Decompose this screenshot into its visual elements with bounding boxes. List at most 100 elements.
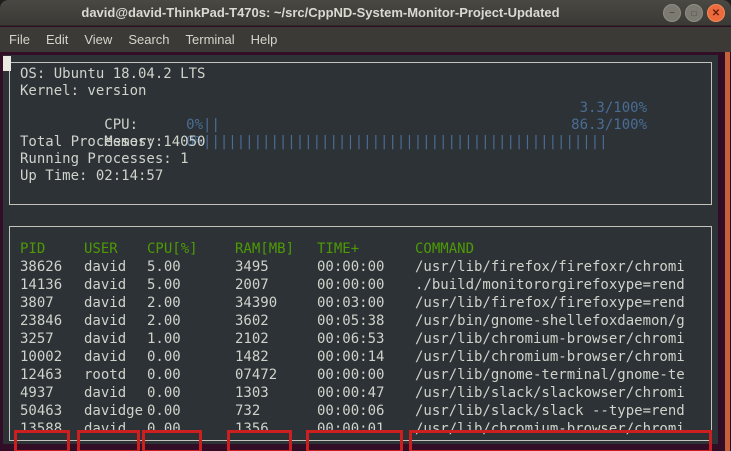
process-pid: 3807: [20, 294, 54, 312]
highlight-box-cpu: [142, 430, 202, 451]
process-pid: 10002: [20, 348, 62, 366]
highlight-box-command: [409, 430, 712, 451]
total-processes-line: Total Processes: 14050: [10, 134, 711, 151]
process-time: 00:00:14: [317, 348, 384, 366]
title-bar[interactable]: david@david-ThinkPad-T470s: ~/src/CppND-…: [0, 0, 731, 26]
process-time: 00:00:47: [317, 384, 384, 402]
process-time: 00:00:00: [317, 366, 384, 384]
process-pid: 12463: [20, 366, 62, 384]
process-pid: 3257: [20, 330, 54, 348]
process-table-box: PID USER CPU[%] RAM[MB] TIME+ COMMAND 38…: [9, 226, 712, 441]
process-time: 00:00:00: [317, 276, 384, 294]
process-cpu: 1.00: [147, 330, 181, 348]
process-row: 12463 rootd 0.00 07472 00:00:00/usr/lib/gnom…: [10, 366, 711, 384]
terminal-cursor: [3, 56, 11, 71]
process-command: /usr/lib/slack/slack --type=rend: [415, 402, 685, 420]
process-user: david: [84, 276, 126, 294]
process-row: 50463davidge0.0073200:00:06/usr/lib/slac…: [10, 402, 711, 420]
close-button[interactable]: ✕: [707, 4, 725, 22]
process-cpu: 0.00: [147, 402, 181, 420]
process-command: /usr/lib/firefox/firefoxr/chromi: [415, 258, 685, 276]
menu-edit[interactable]: Edit: [38, 32, 76, 47]
process-ram: 2007: [235, 276, 269, 294]
process-cpu: 5.00: [147, 258, 181, 276]
process-command: /usr/lib/gnome-terminal/gnome-te: [415, 366, 685, 384]
uptime-line: Up Time: 02:14:57: [10, 168, 711, 185]
highlight-box-time: [306, 430, 403, 451]
process-rows: 38626 david 5.00 3495 00:00:00/usr/lib/firef…: [10, 258, 711, 438]
cpu-usage: 3.3/100%: [580, 100, 647, 117]
process-time: 00:06:53: [317, 330, 384, 348]
process-ram: 732: [235, 402, 260, 420]
highlight-box-user: [77, 430, 140, 451]
process-user: david: [84, 330, 126, 348]
process-ram: 3602: [235, 312, 269, 330]
process-user: rootd: [84, 366, 126, 384]
running-processes-line: Running Processes: 1: [10, 151, 711, 168]
process-time: 00:00:06: [317, 402, 384, 420]
menu-search[interactable]: Search: [120, 32, 177, 47]
terminal-screen: OS: Ubuntu 18.04.2 LTS Kernel: version C…: [3, 55, 718, 444]
header-pid: PID: [20, 240, 45, 258]
process-pid: 38626: [20, 258, 62, 276]
process-pid: 23846: [20, 312, 62, 330]
process-cpu: 0.00: [147, 348, 181, 366]
terminal-area: OS: Ubuntu 18.04.2 LTS Kernel: version C…: [0, 52, 731, 451]
highlight-box-pid: [14, 430, 70, 451]
process-row: 14136 david 5.00 2007 00:00:00 ./build/monito…: [10, 276, 711, 294]
scrollbar-thumb[interactable]: [725, 52, 730, 451]
process-user: david: [84, 312, 126, 330]
header-ram: RAM[MB]: [235, 240, 294, 258]
process-row: 4937 david 0.00 1303 00:00:47/usr/lib/slack/…: [10, 384, 711, 402]
process-time: 00:00:00: [317, 258, 384, 276]
process-command: ./build/monitororgirefoxype=rend: [415, 276, 685, 294]
menu-view[interactable]: View: [76, 32, 120, 47]
process-ram: 07472: [235, 366, 277, 384]
menu-bar: File Edit View Search Terminal Help: [0, 27, 731, 52]
process-ram: 1482: [235, 348, 269, 366]
process-cpu: 5.00: [147, 276, 181, 294]
kernel-line: Kernel: version: [10, 83, 711, 100]
memory-line: Memory: 0%||||||||||||||||||||||||||||||…: [10, 117, 711, 134]
process-ram: 1303: [235, 384, 269, 402]
process-time: 00:03:00: [317, 294, 384, 312]
process-user: david: [84, 294, 126, 312]
process-ram: 2102: [235, 330, 269, 348]
process-command: /usr/lib/slack/slackowser/chromi: [415, 384, 685, 402]
process-row: 10002 david 0.00 1482 00:00:14/usr/lib/chrom…: [10, 348, 711, 366]
header-command: COMMAND: [415, 240, 474, 258]
process-ram: 3495: [235, 258, 269, 276]
maximize-button[interactable]: □: [685, 4, 703, 22]
cpu-line: CPU: 0%|| 3.3/100%: [10, 100, 711, 117]
process-cpu: 2.00: [147, 294, 181, 312]
window-title: david@david-ThinkPad-T470s: ~/src/CppND-…: [0, 0, 641, 26]
menu-file[interactable]: File: [1, 32, 38, 47]
menu-terminal[interactable]: Terminal: [178, 32, 243, 47]
process-cpu: 0.00: [147, 366, 181, 384]
menu-help[interactable]: Help: [243, 32, 286, 47]
process-command: /usr/lib/chromium-browser/chromi: [415, 330, 685, 348]
process-cpu: 0.00: [147, 384, 181, 402]
highlight-box-ram: [227, 430, 292, 451]
process-table-header: PID USER CPU[%] RAM[MB] TIME+ COMMAND: [10, 240, 711, 258]
process-pid: 4937: [20, 384, 54, 402]
process-command: /usr/lib/chromium-browser/chromi: [415, 348, 685, 366]
process-command: /usr/bin/gnome-shellefoxdaemon/g: [415, 312, 685, 330]
process-time: 00:05:38: [317, 312, 384, 330]
process-command: /usr/lib/firefox/firefoxype=rend: [415, 294, 685, 312]
terminal-window: david@david-ThinkPad-T470s: ~/src/CppND-…: [0, 0, 731, 451]
process-user: david: [84, 384, 126, 402]
process-pid: 14136: [20, 276, 62, 294]
process-row: 3257 david 1.00 2102 00:06:53/usr/lib/chromi…: [10, 330, 711, 348]
process-ram: 34390: [235, 294, 277, 312]
minimize-button[interactable]: −: [663, 4, 681, 22]
header-time: TIME+: [317, 240, 359, 258]
process-cpu: 2.00: [147, 312, 181, 330]
header-cpu: CPU[%]: [147, 240, 198, 258]
system-info-box: OS: Ubuntu 18.04.2 LTS Kernel: version C…: [9, 62, 712, 205]
process-row: 23846 david 2.00 3602 00:05:38/usr/bin/gnome…: [10, 312, 711, 330]
process-row: 38626david5.00349500:00:00/usr/lib/firef…: [10, 258, 711, 276]
process-user: david: [84, 348, 126, 366]
header-user: USER: [84, 240, 118, 258]
process-row: 3807 david 2.00 34390 00:03:00/usr/lib/firef…: [10, 294, 711, 312]
